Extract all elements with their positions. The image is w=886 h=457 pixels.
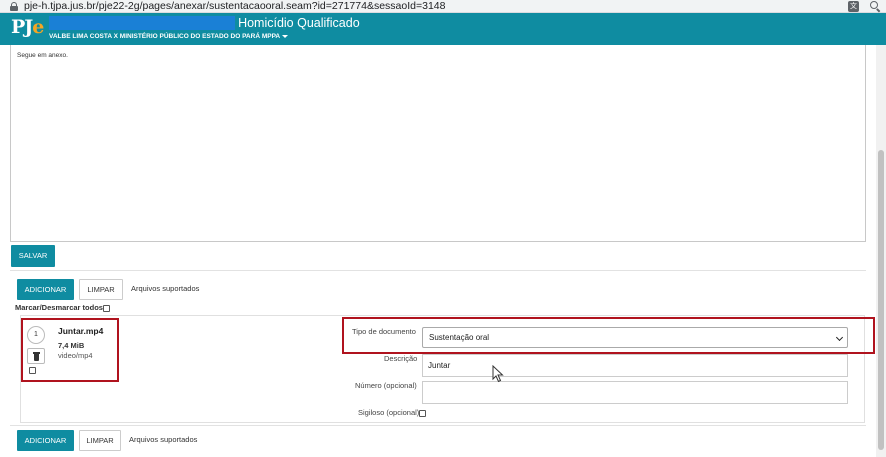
- url-text[interactable]: pje-h.tjpa.jus.br/pje22-2g/pages/anexar/…: [24, 0, 445, 13]
- case-title: RSE 0800127 75 2021 8 14 0077 Homicídio …: [49, 16, 360, 30]
- mouse-cursor-icon: [492, 365, 504, 383]
- save-button[interactable]: SALVAR: [11, 245, 55, 267]
- case-number: RSE 0800127 75 2021 8 14 0077: [49, 16, 235, 30]
- add-file-button[interactable]: ADICIONAR: [17, 279, 74, 300]
- clear-button[interactable]: LIMPAR: [79, 279, 123, 300]
- browser-address-bar[interactable]: pje-h.tjpa.jus.br/pje22-2g/pages/anexar/…: [0, 0, 886, 13]
- divider: [10, 425, 866, 426]
- mark-all-label: Marcar/Desmarcar todos: [15, 303, 103, 312]
- description-input[interactable]: Juntar: [422, 354, 848, 377]
- secret-checkbox[interactable]: [419, 409, 427, 417]
- search-icon[interactable]: [870, 1, 881, 13]
- scrollbar-thumb[interactable]: [878, 150, 884, 450]
- mark-all-checkbox[interactable]: [102, 304, 110, 312]
- app-header: PJe RSE 0800127 75 2021 8 14 0077 Homicí…: [0, 13, 886, 45]
- pje-logo[interactable]: PJe: [11, 16, 44, 38]
- case-parties-dropdown[interactable]: VALBE LIMA COSTA X MINISTÉRIO PÚBLICO DO…: [49, 33, 289, 40]
- supported-files-link-bottom[interactable]: Arquivos suportados: [129, 435, 197, 444]
- add-file-button-bottom[interactable]: ADICIONAR: [17, 430, 74, 451]
- secret-field[interactable]: Sigiloso (opcional): [358, 408, 427, 417]
- text-editor[interactable]: Segue em anexo.: [10, 45, 866, 242]
- mark-all-toggle[interactable]: Marcar/Desmarcar todos: [15, 303, 110, 312]
- number-label: Número (opcional): [355, 381, 417, 390]
- secret-label: Sigiloso (opcional): [358, 408, 420, 417]
- clear-button-bottom[interactable]: LIMPAR: [79, 430, 121, 451]
- lock-icon[interactable]: [10, 2, 18, 11]
- divider: [10, 270, 866, 271]
- highlight-box-doc-type: [342, 317, 875, 354]
- case-class: Homicídio Qualificado: [238, 16, 360, 30]
- translate-icon[interactable]: 文: [848, 1, 859, 12]
- highlight-box-file: [21, 318, 119, 382]
- page-scrollbar[interactable]: [876, 45, 886, 457]
- number-input[interactable]: [422, 381, 848, 404]
- editor-content[interactable]: Segue em anexo.: [17, 52, 68, 59]
- supported-files-link[interactable]: Arquivos suportados: [131, 284, 199, 293]
- caret-down-icon: [282, 34, 289, 38]
- description-label: Descrição: [384, 354, 418, 363]
